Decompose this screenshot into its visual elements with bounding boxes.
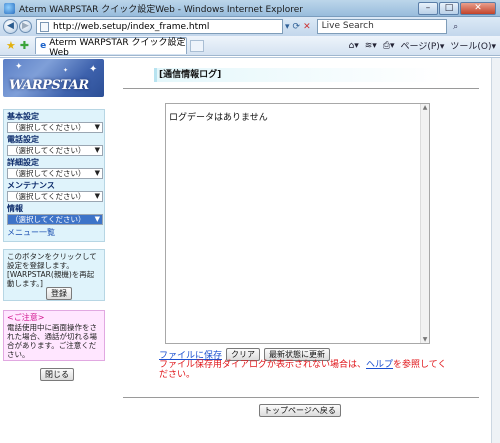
select-value: （選択してください） (11, 215, 86, 224)
page-icon (40, 21, 49, 32)
ie-icon (4, 2, 15, 14)
print-icon[interactable]: ⎙▾ (383, 41, 395, 51)
notice-title: <ご注意> (7, 313, 45, 322)
menu-list-link[interactable]: メニュー一覧 (7, 228, 104, 238)
menu-label: 電話設定 (7, 135, 39, 144)
star-icon: ✦ (15, 62, 23, 72)
register-text: このボタンをクリックして設定を登録します。[WARPSTAR(親機)を再起動しま… (7, 252, 97, 288)
forward-button[interactable]: ▶ (19, 20, 32, 33)
divider (123, 397, 479, 398)
maintenance-select[interactable]: （選択してください） ▼ (7, 191, 103, 202)
page-scrollbar[interactable] (491, 58, 500, 443)
star-icon: ✦ (63, 67, 69, 74)
address-bar: ◀ ▶ http://web.setup/index_frame.html ▾ … (0, 17, 500, 36)
home-icon[interactable]: ⌂▾ (349, 41, 359, 51)
back-to-top-button[interactable]: トップページへ戻る (259, 404, 341, 417)
close-window-button[interactable]: ✕ (460, 1, 496, 15)
chevron-down-icon: ▼ (94, 123, 100, 131)
ie-tab-icon: e (40, 41, 47, 51)
dropdown-arrow-icon[interactable]: ▾ (285, 22, 290, 32)
phone-settings-select[interactable]: （選択してください） ▼ (7, 145, 103, 156)
register-panel: このボタンをクリックして設定を登録します。[WARPSTAR(親機)を再起動しま… (3, 249, 105, 301)
sidebar: ✦ ✦ ✦ WARPSTAR 基本設定 （選択してください） ▼ 電話設定 （選択… (3, 59, 105, 443)
divider (123, 88, 479, 89)
warpstar-logo: ✦ ✦ ✦ WARPSTAR (3, 59, 104, 97)
scroll-up-icon[interactable]: ▲ (421, 104, 429, 111)
back-button[interactable]: ◀ (3, 19, 18, 34)
command-bar: ⌂▾ ≋▾ ⎙▾ ページ(P)▾ ツール(O)▾ (349, 39, 496, 53)
info-select[interactable]: （選択してください） ▼ (7, 214, 103, 225)
minimize-button[interactable]: – (418, 1, 438, 15)
chevron-down-icon: ▼ (94, 169, 100, 177)
menu-label: 情報 (7, 204, 23, 213)
menu-label: 詳細設定 (7, 158, 39, 167)
menu-label: 基本設定 (7, 112, 39, 121)
tools-menu-label: ツール(O) (450, 42, 492, 52)
save-help-message: ファイル保存用ダイアログが表示されない場合は、ヘルプを参照してください。 (159, 360, 449, 380)
window-controls: – □ ✕ (418, 1, 496, 15)
tools-menu[interactable]: ツール(O)▾ (450, 39, 496, 52)
chevron-down-icon: ▼ (94, 192, 100, 200)
new-tab-button[interactable] (190, 39, 205, 52)
tab-label: Aterm WARPSTAR クイック設定Web (49, 37, 186, 58)
select-value: （選択してください） (11, 146, 86, 155)
page-menu-label: ページ(P) (400, 42, 440, 52)
url-text: http://web.setup/index_frame.html (53, 21, 210, 32)
tab-warpstar[interactable]: e Aterm WARPSTAR クイック設定Web (35, 37, 188, 58)
page-menu[interactable]: ページ(P)▾ (401, 39, 445, 52)
title-bar: Aterm WARPSTAR クイック設定Web - Windows Inter… (0, 0, 500, 17)
menu-panel: 基本設定 （選択してください） ▼ 電話設定 （選択してください） ▼ 詳細設定 （… (3, 109, 105, 242)
refresh-icon[interactable]: ⟳ (293, 22, 301, 32)
logo-wordmark: WARPSTAR (9, 78, 89, 93)
search-icon[interactable]: ⌕ (449, 20, 463, 34)
maximize-button[interactable]: □ (439, 1, 459, 15)
add-favorite-icon[interactable]: ✚ (20, 39, 29, 52)
page-viewport: ✦ ✦ ✦ WARPSTAR 基本設定 （選択してください） ▼ 電話設定 （選択… (0, 57, 500, 443)
menu-advanced: 詳細設定 （選択してください） ▼ (7, 158, 103, 179)
select-value: （選択してください） (11, 169, 86, 178)
menu-maintenance: メンテナンス （選択してください） ▼ (7, 181, 103, 202)
log-textarea[interactable]: ログデータはありません ▲ ▼ (165, 103, 430, 344)
menu-info: 情報 （選択してください） ▼ (7, 204, 103, 225)
chevron-down-icon: ▼ (94, 215, 100, 223)
close-button[interactable]: 閉じる (40, 368, 74, 381)
select-value: （選択してください） (11, 192, 86, 201)
select-value: （選択してください） (11, 123, 86, 132)
scroll-down-icon[interactable]: ▼ (421, 336, 429, 343)
log-scrollbar[interactable]: ▲ ▼ (420, 104, 429, 343)
help-text-before: ファイル保存用ダイアログが表示されない場合は、 (159, 360, 367, 370)
window-title: Aterm WARPSTAR クイック設定Web - Windows Inter… (19, 4, 303, 15)
favorites-star-icon[interactable]: ★ (6, 39, 16, 52)
register-button[interactable]: 登録 (46, 287, 72, 300)
menu-label: メンテナンス (7, 181, 55, 190)
heading-bar: [通信情報ログ] (154, 68, 441, 82)
search-input[interactable]: Live Search (316, 19, 447, 34)
notice-panel: <ご注意> 電話使用中に画面操作をされた場合、通話が切れる場合があります。ご注意… (3, 310, 105, 361)
feeds-icon[interactable]: ≋▾ (365, 41, 377, 51)
notice-text: 電話使用中に画面操作をされた場合、通話が切れる場合があります。ご注意ください。 (7, 323, 97, 359)
chevron-down-icon: ▼ (94, 146, 100, 154)
url-field[interactable]: http://web.setup/index_frame.html (36, 19, 283, 34)
page-title: [通信情報ログ] (159, 70, 222, 80)
stop-icon[interactable]: ✕ (303, 22, 311, 32)
tab-bar: ★ ✚ e Aterm WARPSTAR クイック設定Web ⌂▾ ≋▾ ⎙▾ … (0, 36, 500, 58)
url-buttons: ▾ ⟳ ✕ (285, 22, 311, 32)
advanced-settings-select[interactable]: （選択してください） ▼ (7, 168, 103, 179)
menu-phone: 電話設定 （選択してください） ▼ (7, 135, 103, 156)
basic-settings-select[interactable]: （選択してください） ▼ (7, 122, 103, 133)
help-link[interactable]: ヘルプ (366, 360, 393, 370)
star-icon: ✦ (89, 64, 98, 75)
menu-basic: 基本設定 （選択してください） ▼ (7, 112, 103, 133)
main-content: [通信情報ログ] ログデータはありません ▲ ▼ ファイルに保存 クリア 最新状… (107, 59, 489, 443)
log-text: ログデータはありません (169, 113, 268, 123)
